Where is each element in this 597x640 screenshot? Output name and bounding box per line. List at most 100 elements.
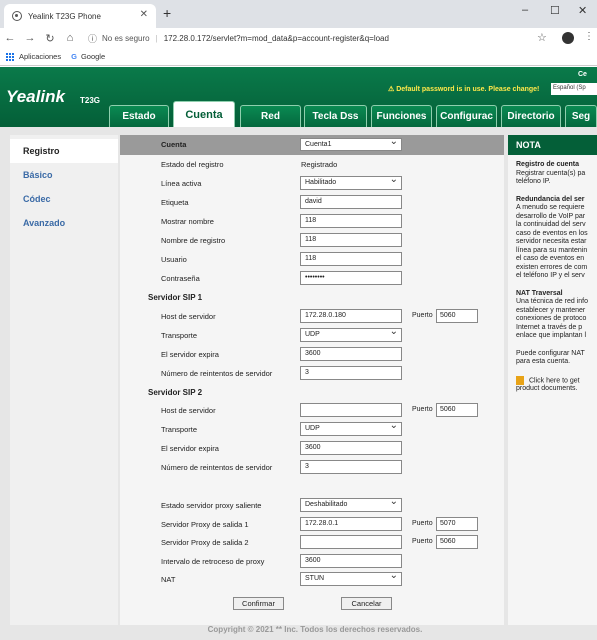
nat-label: NAT — [161, 575, 176, 584]
note-line: el teléfono IP y el serv — [516, 272, 585, 279]
globe-icon — [12, 11, 22, 21]
proxy2-row: Servidor Proxy de salida 2 Puerto 5060 — [120, 533, 504, 552]
tab-configuracion[interactable]: Configurac — [436, 105, 497, 127]
sip1-transport-label: Transporte — [161, 331, 197, 340]
sip1-port-input[interactable]: 5060 — [436, 309, 478, 323]
sip1-host-input[interactable]: 172.28.0.180 — [300, 309, 402, 323]
menu-kebab-icon[interactable]: ⋮ — [584, 31, 594, 42]
profile-avatar[interactable] — [562, 32, 574, 44]
bookmark-apps-label: Aplicaciones — [19, 52, 62, 61]
sip1-transport-select[interactable]: UDP — [300, 328, 402, 342]
bookmark-star-icon[interactable]: ☆ — [537, 31, 547, 44]
url-field[interactable]: ⓘ No es seguro | 172.28.0.172/servlet?m=… — [88, 28, 558, 48]
proxy2-port-label: Puerto — [412, 538, 433, 545]
bookmark-google[interactable]: G Google — [71, 52, 105, 61]
tab-funciones[interactable]: Funciones — [371, 105, 432, 127]
nombre-registro-row: Nombre de registro 118 — [120, 231, 504, 250]
sidebar-item-codec[interactable]: Códec — [10, 187, 118, 211]
sip2-retry-input[interactable]: 3 — [300, 460, 402, 474]
tab-directorio[interactable]: Directorio — [501, 105, 561, 127]
note-line: enlace que implantan l — [516, 332, 587, 339]
tab-seguridad[interactable]: Seg — [565, 105, 597, 127]
header-corner-text[interactable]: Ce — [578, 71, 587, 78]
proxy2-port-input[interactable]: 5060 — [436, 535, 478, 549]
maximize-icon[interactable]: ☐ — [550, 4, 560, 17]
nombre-registro-label: Nombre de registro — [161, 236, 226, 245]
new-tab-button[interactable]: + — [163, 5, 171, 21]
note-line: existen errores de com — [516, 263, 588, 271]
documents-link-line1: Click here to get — [529, 376, 580, 384]
proxy-state-row: Estado servidor proxy saliente Deshabili… — [120, 496, 504, 515]
close-tab-icon[interactable]: ✕ — [140, 9, 148, 20]
proxy-state-select[interactable]: Deshabilitado — [300, 498, 402, 512]
home-icon[interactable]: ⌂ — [60, 32, 80, 44]
cancel-button[interactable]: Cancelar — [341, 597, 392, 610]
proxy1-input[interactable]: 172.28.0.1 — [300, 517, 402, 531]
tab-estado[interactable]: Estado — [109, 105, 169, 127]
url-separator: | — [155, 33, 158, 43]
back-icon[interactable]: ← — [0, 32, 20, 44]
backoff-label: Intervalo de retroceso de proxy — [161, 557, 265, 566]
linea-select[interactable]: Habilitado — [300, 176, 402, 190]
window-close-icon[interactable]: ✕ — [578, 4, 587, 17]
sip1-title: Servidor SIP 1 — [148, 293, 203, 302]
mostrar-input[interactable]: 118 — [300, 214, 402, 228]
password-warning-text: Default password is in use. Please chang… — [396, 86, 540, 93]
cuenta-select[interactable]: Cuenta1 — [300, 138, 402, 151]
page-body: Registro Básico Códec Avanzado Cuenta Cu… — [0, 127, 597, 640]
security-label: No es seguro — [102, 33, 150, 43]
documents-link-line2[interactable]: product documents. — [516, 385, 589, 394]
sidebar-item-registro[interactable]: Registro — [10, 139, 118, 163]
sip1-expira-input[interactable]: 3600 — [300, 347, 402, 361]
estado-row: Estado del registro Registrado — [120, 155, 504, 174]
language-select[interactable]: Español (Sp — [551, 83, 597, 95]
mostrar-label: Mostrar nombre — [161, 217, 214, 226]
backoff-input[interactable]: 3600 — [300, 554, 402, 568]
sip1-host-label: Host de servidor — [161, 312, 216, 321]
tab-red[interactable]: Red — [240, 105, 301, 127]
sip2-transport-select[interactable]: UDP — [300, 422, 402, 436]
bookmark-apps[interactable]: Aplicaciones — [6, 52, 61, 61]
model-label: T23G — [80, 96, 101, 105]
minimize-icon[interactable]: – — [522, 4, 528, 16]
sip2-host-input[interactable] — [300, 403, 402, 417]
documents-link[interactable]: Click here to get — [516, 375, 589, 386]
sip2-expira-input[interactable]: 3600 — [300, 441, 402, 455]
forward-icon[interactable]: → — [20, 32, 40, 44]
browser-tab-bar: Yealink T23G Phone ✕ + – ☐ ✕ — [0, 0, 597, 28]
tab-cuenta[interactable]: Cuenta — [173, 101, 235, 127]
nombre-registro-input[interactable]: 118 — [300, 233, 402, 247]
etiqueta-label: Etiqueta — [161, 198, 189, 207]
password-input[interactable]: •••••••• — [300, 271, 402, 285]
bookmarks-bar: Aplicaciones G Google — [0, 48, 597, 66]
sip2-port-input[interactable]: 5060 — [436, 403, 478, 417]
note-line: A menudo se requiere — [516, 204, 585, 211]
note-heading-nat: NAT Traversal — [516, 289, 563, 297]
mostrar-row: Mostrar nombre 118 — [120, 212, 504, 231]
proxy1-port-input[interactable]: 5070 — [436, 517, 478, 531]
linea-label: Línea activa — [161, 179, 202, 188]
password-warning[interactable]: ⚠ Default password is in use. Please cha… — [388, 85, 539, 93]
note-heading-redundancia: Redundancia del ser — [516, 195, 585, 203]
confirm-button[interactable]: Confirmar — [233, 597, 284, 610]
sip1-port-label: Puerto — [412, 312, 433, 319]
tab-tecla-dss[interactable]: Tecla Dss — [304, 105, 367, 127]
note-line: para esta cuenta. — [516, 358, 571, 365]
browser-tab[interactable]: Yealink T23G Phone ✕ — [4, 4, 156, 28]
note-line: Internet a través de p — [516, 323, 583, 331]
sip2-retry-row: Número de reintentos de servidor 3 — [120, 458, 504, 477]
sidebar-item-avanzado[interactable]: Avanzado — [10, 211, 118, 235]
form-actions: Confirmar Cancelar — [120, 597, 504, 616]
sip2-transport-label: Transporte — [161, 425, 197, 434]
reload-icon[interactable]: ↻ — [40, 32, 60, 45]
usuario-label: Usuario — [161, 255, 187, 264]
etiqueta-input[interactable]: david — [300, 195, 402, 209]
sip1-retry-input[interactable]: 3 — [300, 366, 402, 380]
proxy2-input[interactable] — [300, 535, 402, 549]
url-text: 172.28.0.172/servlet?m=mod_data&p=accoun… — [163, 33, 389, 43]
nat-select[interactable]: STUN — [300, 572, 402, 586]
usuario-input[interactable]: 118 — [300, 252, 402, 266]
sidebar-item-basico[interactable]: Básico — [10, 163, 118, 187]
note-line: Una técnica de red info — [516, 298, 588, 305]
sip1-retry-label: Número de reintentos de servidor — [161, 369, 273, 378]
